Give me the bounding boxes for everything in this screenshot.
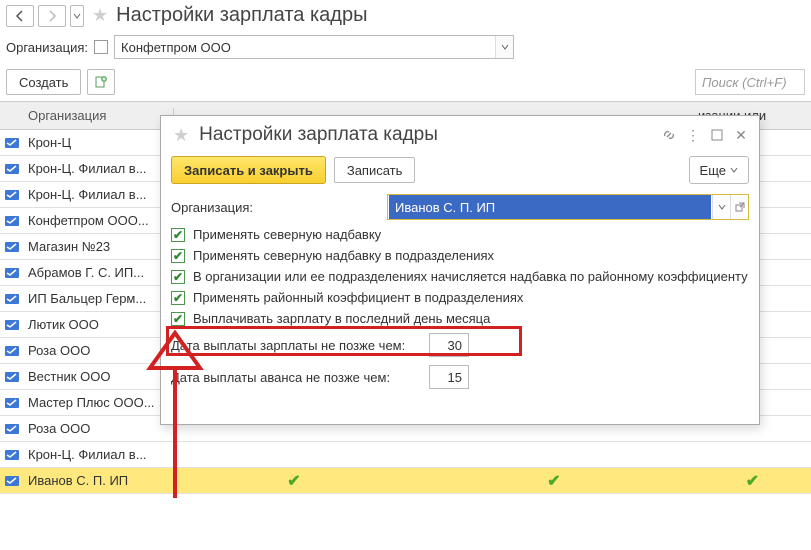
copy-button[interactable] [87, 69, 115, 95]
row-status-icon [0, 293, 24, 305]
favorite-star-icon[interactable]: ★ [92, 5, 108, 26]
more-button[interactable]: Еще [689, 156, 749, 184]
salary-date-label: Дата выплаты зарплаты не позже чем: [171, 338, 421, 353]
forward-button[interactable] [38, 5, 66, 27]
save-close-button[interactable]: Записать и закрыть [171, 156, 326, 184]
checkbox[interactable]: ✔ [171, 312, 185, 326]
row-org-name: Иванов С. П. ИП [24, 473, 174, 488]
row-org-name: Лютик ООО [24, 317, 174, 332]
row-status-icon [0, 319, 24, 331]
check-icon: ✔ [547, 471, 560, 491]
modal-org-value: Иванов С. П. ИП [389, 195, 711, 219]
row-org-name: Магазин №23 [24, 239, 174, 254]
chk-label: Выплачивать зарплату в последний день ме… [193, 311, 490, 326]
advance-date-input[interactable]: 15 [429, 365, 469, 389]
row-org-name: Крон-Ц [24, 135, 174, 150]
row-status-icon [0, 163, 24, 175]
row-status-icon [0, 189, 24, 201]
maximize-icon[interactable] [709, 127, 725, 143]
filter-row: Организация: Конфетпром ООО [0, 31, 811, 63]
row-status-icon [0, 475, 24, 487]
chk-label: Применять районный коэффициент в подразд… [193, 290, 523, 305]
table-row-selected[interactable]: Иванов С. П. ИП ✔ ✔ ✔ [0, 468, 811, 494]
chevron-down-icon[interactable] [495, 36, 513, 58]
checkbox[interactable]: ✔ [171, 249, 185, 263]
row-org-name: Крон-Ц. Филиал в... [24, 447, 174, 462]
row-org-name: Роза ООО [24, 343, 174, 358]
row-status-icon [0, 397, 24, 409]
save-button[interactable]: Записать [334, 157, 416, 183]
page-title: Настройки зарплата кадры [116, 4, 367, 27]
chevron-down-icon[interactable] [712, 195, 730, 219]
row-status-icon [0, 267, 24, 279]
create-button[interactable]: Создать [6, 69, 81, 95]
org-filter-select[interactable]: Конфетпром ООО [114, 35, 514, 59]
nav-dropdown[interactable] [70, 5, 84, 27]
modal-title: Настройки зарплата кадры [199, 124, 655, 146]
advance-date-label: Дата выплаты аванса не позже чем: [171, 370, 421, 385]
top-nav: ★ Настройки зарплата кадры [0, 0, 811, 31]
checkbox[interactable]: ✔ [171, 228, 185, 242]
org-filter-checkbox[interactable] [94, 40, 108, 54]
org-filter-label: Организация: [6, 40, 88, 55]
chk-label: Применять северную надбавку в подразделе… [193, 248, 494, 263]
row-org-name: Роза ООО [24, 421, 174, 436]
favorite-star-icon[interactable]: ★ [173, 125, 189, 146]
row-org-name: Конфетпром ООО... [24, 213, 174, 228]
row-org-name: Мастер Плюс ООО... [24, 395, 174, 410]
close-icon[interactable]: ✕ [733, 127, 749, 143]
column-org[interactable]: Организация [24, 108, 174, 123]
org-filter-value: Конфетпром ООО [115, 40, 495, 55]
row-status-icon [0, 371, 24, 383]
chk-label: В организации или ее подразделениях начи… [193, 269, 748, 284]
table-row[interactable]: Крон-Ц. Филиал в... [0, 442, 811, 468]
row-status-icon [0, 423, 24, 435]
row-org-name: Абрамов Г. С. ИП... [24, 265, 174, 280]
row-status-icon [0, 137, 24, 149]
link-icon[interactable] [661, 127, 677, 143]
checkbox[interactable]: ✔ [171, 270, 185, 284]
check-icon: ✔ [746, 471, 759, 491]
salary-date-input[interactable]: 30 [429, 333, 469, 357]
row-org-name: Крон-Ц. Филиал в... [24, 187, 174, 202]
row-org-name: Вестник ООО [24, 369, 174, 384]
row-org-name: ИП Бальцер Герм... [24, 291, 174, 306]
modal-org-select[interactable]: Иванов С. П. ИП [387, 194, 749, 220]
row-status-icon [0, 345, 24, 357]
settings-modal: ★ Настройки зарплата кадры ⋮ ✕ Записать … [160, 115, 760, 425]
menu-icon[interactable]: ⋮ [685, 127, 701, 143]
back-button[interactable] [6, 5, 34, 27]
checkbox[interactable]: ✔ [171, 291, 185, 305]
row-status-icon [0, 215, 24, 227]
search-input[interactable]: Поиск (Ctrl+F) [695, 69, 805, 95]
modal-org-label: Организация: [171, 200, 381, 215]
row-status-icon [0, 241, 24, 253]
toolbar: Создать Поиск (Ctrl+F) [0, 63, 811, 101]
chk-label: Применять северную надбавку [193, 227, 381, 242]
row-status-icon [0, 449, 24, 461]
open-link-icon[interactable] [730, 195, 748, 219]
check-icon: ✔ [287, 471, 300, 491]
row-org-name: Крон-Ц. Филиал в... [24, 161, 174, 176]
